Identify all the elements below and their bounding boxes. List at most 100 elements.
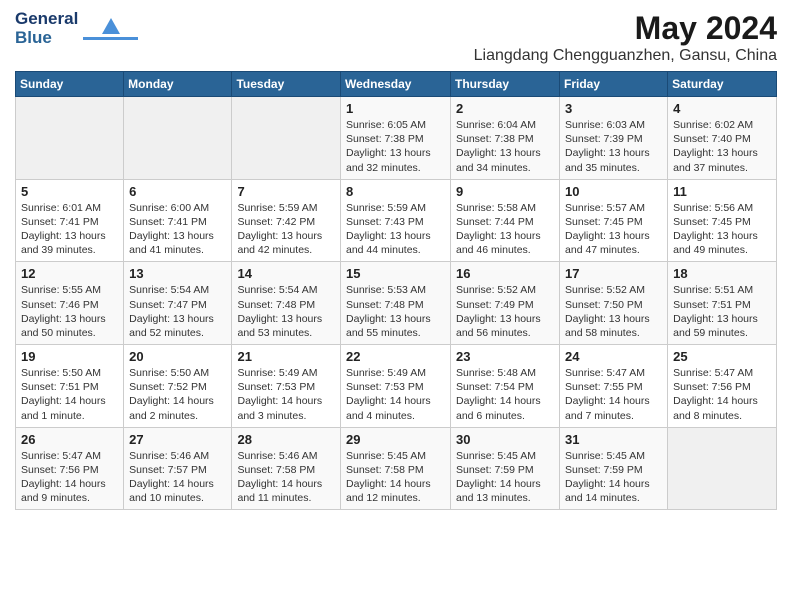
page-subtitle: Liangdang Chengguanzhen, Gansu, China xyxy=(474,47,777,65)
day-number: 20 xyxy=(129,349,226,364)
day-number: 9 xyxy=(456,184,554,199)
day-info: Sunrise: 6:01 AMSunset: 7:41 PMDaylight:… xyxy=(21,201,118,258)
logo-blue: Blue xyxy=(15,29,78,48)
day-info: Sunrise: 6:05 AMSunset: 7:38 PMDaylight:… xyxy=(346,118,445,175)
calendar-cell: 5 Sunrise: 6:01 AMSunset: 7:41 PMDaylight… xyxy=(16,179,124,262)
calendar-cell: 2 Sunrise: 6:04 AMSunset: 7:38 PMDaylight… xyxy=(451,97,560,180)
calendar-cell: 27Sunrise: 5:46 AMSunset: 7:57 PMDayligh… xyxy=(124,427,232,510)
day-number: 26 xyxy=(21,432,118,447)
day-number: 13 xyxy=(129,266,226,281)
day-info: Sunrise: 5:50 AMSunset: 7:52 PMDaylight:… xyxy=(129,366,226,423)
day-number: 1 xyxy=(346,101,445,116)
calendar-cell xyxy=(124,97,232,180)
page-container: General Blue May 2024 Liangdang Chenggua… xyxy=(0,0,792,520)
day-number: 6 xyxy=(129,184,226,199)
calendar-week-row: 26 Sunrise: 5:47 AMSunset: 7:56 PMDayligh… xyxy=(16,427,777,510)
day-info: Sunrise: 5:57 AMSunset: 7:45 PMDaylight:… xyxy=(565,201,662,258)
day-info: Sunrise: 5:47 AMSunset: 7:56 PMDaylight:… xyxy=(673,366,771,423)
calendar-header-row: SundayMondayTuesdayWednesdayThursdayFrid… xyxy=(16,72,777,97)
day-info: Sunrise: 5:53 AMSunset: 7:48 PMDaylight:… xyxy=(346,283,445,340)
day-info: Sunrise: 5:50 AMSunset: 7:51 PMDaylight:… xyxy=(21,366,118,423)
day-info: Sunrise: 5:59 AMSunset: 7:43 PMDaylight:… xyxy=(346,201,445,258)
day-number: 3 xyxy=(565,101,662,116)
day-number: 2 xyxy=(456,101,554,116)
day-number: 22 xyxy=(346,349,445,364)
calendar-cell: 23Sunrise: 5:48 AMSunset: 7:54 PMDayligh… xyxy=(451,345,560,428)
day-info: Sunrise: 5:51 AMSunset: 7:51 PMDaylight:… xyxy=(673,283,771,340)
calendar-cell: 6Sunrise: 6:00 AMSunset: 7:41 PMDaylight… xyxy=(124,179,232,262)
day-number: 28 xyxy=(237,432,335,447)
header: General Blue May 2024 Liangdang Chenggua… xyxy=(15,10,777,65)
day-info: Sunrise: 5:45 AMSunset: 7:58 PMDaylight:… xyxy=(346,449,445,506)
weekday-header: Tuesday xyxy=(232,72,341,97)
day-info: Sunrise: 5:48 AMSunset: 7:54 PMDaylight:… xyxy=(456,366,554,423)
day-info: Sunrise: 6:04 AMSunset: 7:38 PMDaylight:… xyxy=(456,118,554,175)
calendar-cell: 31 Sunrise: 5:45 AMSunset: 7:59 PMDayligh… xyxy=(560,427,668,510)
day-info: Sunrise: 5:49 AMSunset: 7:53 PMDaylight:… xyxy=(346,366,445,423)
calendar-cell xyxy=(668,427,777,510)
day-info: Sunrise: 6:03 AMSunset: 7:39 PMDaylight:… xyxy=(565,118,662,175)
calendar-cell: 25 Sunrise: 5:47 AMSunset: 7:56 PMDayligh… xyxy=(668,345,777,428)
day-number: 16 xyxy=(456,266,554,281)
day-info: Sunrise: 5:49 AMSunset: 7:53 PMDaylight:… xyxy=(237,366,335,423)
calendar-week-row: 5 Sunrise: 6:01 AMSunset: 7:41 PMDaylight… xyxy=(16,179,777,262)
calendar-week-row: 12Sunrise: 5:55 AMSunset: 7:46 PMDayligh… xyxy=(16,262,777,345)
calendar-cell: 1 Sunrise: 6:05 AMSunset: 7:38 PMDaylight… xyxy=(341,97,451,180)
day-info: Sunrise: 5:45 AMSunset: 7:59 PMDaylight:… xyxy=(565,449,662,506)
calendar-cell: 15 Sunrise: 5:53 AMSunset: 7:48 PMDayligh… xyxy=(341,262,451,345)
calendar-cell: 16 Sunrise: 5:52 AMSunset: 7:49 PMDayligh… xyxy=(451,262,560,345)
calendar-cell: 29Sunrise: 5:45 AMSunset: 7:58 PMDayligh… xyxy=(341,427,451,510)
calendar-cell xyxy=(16,97,124,180)
day-info: Sunrise: 5:47 AMSunset: 7:56 PMDaylight:… xyxy=(21,449,118,506)
logo-underline xyxy=(83,37,138,40)
day-number: 14 xyxy=(237,266,335,281)
calendar-cell: 4Sunrise: 6:02 AMSunset: 7:40 PMDaylight… xyxy=(668,97,777,180)
weekday-header: Friday xyxy=(560,72,668,97)
logo-general: General xyxy=(15,10,78,29)
day-info: Sunrise: 5:54 AMSunset: 7:48 PMDaylight:… xyxy=(237,283,335,340)
day-info: Sunrise: 5:45 AMSunset: 7:59 PMDaylight:… xyxy=(456,449,554,506)
day-number: 12 xyxy=(21,266,118,281)
weekday-header: Sunday xyxy=(16,72,124,97)
calendar-cell xyxy=(232,97,341,180)
weekday-header: Monday xyxy=(124,72,232,97)
day-number: 18 xyxy=(673,266,771,281)
day-number: 27 xyxy=(129,432,226,447)
weekday-header: Wednesday xyxy=(341,72,451,97)
day-info: Sunrise: 5:54 AMSunset: 7:47 PMDaylight:… xyxy=(129,283,226,340)
calendar-cell: 12Sunrise: 5:55 AMSunset: 7:46 PMDayligh… xyxy=(16,262,124,345)
calendar-cell: 8 Sunrise: 5:59 AMSunset: 7:43 PMDaylight… xyxy=(341,179,451,262)
calendar-cell: 10Sunrise: 5:57 AMSunset: 7:45 PMDayligh… xyxy=(560,179,668,262)
day-number: 25 xyxy=(673,349,771,364)
calendar-cell: 20 Sunrise: 5:50 AMSunset: 7:52 PMDayligh… xyxy=(124,345,232,428)
day-info: Sunrise: 5:58 AMSunset: 7:44 PMDaylight:… xyxy=(456,201,554,258)
calendar-cell: 14 Sunrise: 5:54 AMSunset: 7:48 PMDayligh… xyxy=(232,262,341,345)
day-number: 19 xyxy=(21,349,118,364)
calendar-cell: 13 Sunrise: 5:54 AMSunset: 7:47 PMDayligh… xyxy=(124,262,232,345)
day-number: 8 xyxy=(346,184,445,199)
logo-triangle-icon xyxy=(102,18,120,34)
calendar-cell: 19 Sunrise: 5:50 AMSunset: 7:51 PMDayligh… xyxy=(16,345,124,428)
calendar-cell: 24Sunrise: 5:47 AMSunset: 7:55 PMDayligh… xyxy=(560,345,668,428)
calendar-cell: 28Sunrise: 5:46 AMSunset: 7:58 PMDayligh… xyxy=(232,427,341,510)
day-number: 11 xyxy=(673,184,771,199)
calendar-cell: 22 Sunrise: 5:49 AMSunset: 7:53 PMDayligh… xyxy=(341,345,451,428)
calendar-cell: 9 Sunrise: 5:58 AMSunset: 7:44 PMDaylight… xyxy=(451,179,560,262)
day-info: Sunrise: 5:52 AMSunset: 7:50 PMDaylight:… xyxy=(565,283,662,340)
day-number: 5 xyxy=(21,184,118,199)
day-info: Sunrise: 5:56 AMSunset: 7:45 PMDaylight:… xyxy=(673,201,771,258)
day-info: Sunrise: 5:47 AMSunset: 7:55 PMDaylight:… xyxy=(565,366,662,423)
day-number: 30 xyxy=(456,432,554,447)
weekday-header: Saturday xyxy=(668,72,777,97)
day-info: Sunrise: 5:52 AMSunset: 7:49 PMDaylight:… xyxy=(456,283,554,340)
day-info: Sunrise: 5:59 AMSunset: 7:42 PMDaylight:… xyxy=(237,201,335,258)
calendar-cell: 18 Sunrise: 5:51 AMSunset: 7:51 PMDayligh… xyxy=(668,262,777,345)
calendar-cell: 21 Sunrise: 5:49 AMSunset: 7:53 PMDayligh… xyxy=(232,345,341,428)
calendar-week-row: 19 Sunrise: 5:50 AMSunset: 7:51 PMDayligh… xyxy=(16,345,777,428)
day-number: 21 xyxy=(237,349,335,364)
day-number: 31 xyxy=(565,432,662,447)
title-block: May 2024 Liangdang Chengguanzhen, Gansu,… xyxy=(474,10,777,65)
day-number: 15 xyxy=(346,266,445,281)
calendar-cell: 30 Sunrise: 5:45 AMSunset: 7:59 PMDayligh… xyxy=(451,427,560,510)
calendar-cell: 26 Sunrise: 5:47 AMSunset: 7:56 PMDayligh… xyxy=(16,427,124,510)
